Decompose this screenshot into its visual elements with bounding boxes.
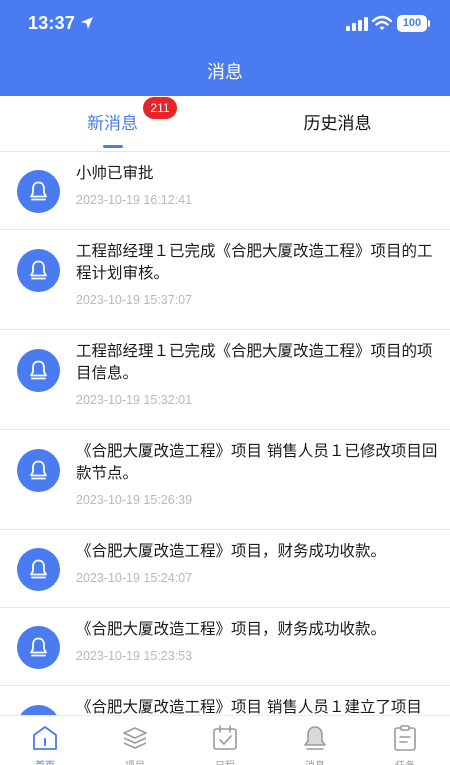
active-tab-indicator [103, 145, 123, 148]
message-text: 小帅已审批 [76, 164, 154, 182]
bell-icon [30, 260, 47, 280]
tab-new-messages[interactable]: 新消息 [0, 96, 225, 152]
nav-projects-label: 项目 [90, 757, 180, 765]
message-item[interactable]: 《合肥大厦改造工程》项目 销售人员１已修改项目回款节点。 2023-10-19 1… [0, 430, 450, 530]
location-arrow-icon [81, 17, 93, 29]
status-time: 13:37 [28, 13, 76, 33]
home-icon [33, 726, 57, 750]
nav-projects[interactable]: 项目 [90, 716, 180, 765]
unread-count-badge: 211 [143, 97, 177, 119]
nav-messages[interactable]: 消息 [270, 716, 360, 765]
signal-icon [346, 17, 368, 31]
message-item[interactable]: 《合肥大厦改造工程》项目，财务成功收款。 2023-10-19 15:24:07 [0, 530, 450, 608]
nav-tasks[interactable]: 任务 [360, 716, 450, 765]
message-avatar [17, 705, 60, 715]
message-time: 2023-10-19 15:24:07 [76, 571, 193, 585]
nav-tasks-label: 任务 [360, 757, 450, 765]
message-avatar [17, 449, 60, 492]
tab-history-messages[interactable]: 历史消息 [225, 96, 450, 152]
message-item[interactable]: 《合肥大厦改造工程》项目，财务成功收款。 2023-10-19 15:23:53 [0, 608, 450, 686]
message-text: 《合肥大厦改造工程》项目，财务成功收款。 [76, 542, 387, 560]
layers-icon [123, 727, 147, 749]
nav-schedule[interactable]: 日程 [180, 716, 270, 765]
message-avatar [17, 548, 60, 591]
bell-icon [30, 559, 47, 579]
message-avatar [17, 349, 60, 392]
message-text: 《合肥大厦改造工程》项目 销售人员１建立了项目 [76, 698, 422, 715]
bell-icon [30, 637, 47, 657]
message-list[interactable]: 小帅已审批 2023-10-19 16:12:41 工程部经理１已完成《合肥大厦… [0, 152, 450, 715]
clipboard-icon [394, 725, 416, 751]
bell-icon [30, 360, 47, 380]
bell-icon [30, 181, 47, 201]
message-avatar [17, 249, 60, 292]
nav-home-label: 首页 [0, 757, 90, 765]
battery-cap [428, 20, 430, 27]
message-time: 2023-10-19 16:12:41 [76, 193, 193, 207]
message-time: 2023-10-19 15:26:39 [76, 493, 193, 507]
message-time: 2023-10-19 15:23:53 [76, 649, 193, 663]
status-bar: 13:37 100 [0, 0, 450, 46]
bell-icon [304, 726, 326, 750]
message-text: 《合肥大厦改造工程》项目 销售人员１已修改项目回款节点。 [76, 442, 438, 482]
nav-home[interactable]: 首页 [0, 716, 90, 765]
wifi-icon [372, 15, 392, 30]
tab-new-messages-label: 新消息 [87, 114, 138, 134]
tab-history-messages-label: 历史消息 [303, 114, 372, 134]
message-item[interactable]: 小帅已审批 2023-10-19 16:12:41 [0, 152, 450, 230]
battery-level: 100 [402, 17, 422, 29]
nav-messages-label: 消息 [270, 757, 360, 765]
bottom-nav: 首页 项目 日程 消息 任务 [0, 715, 450, 765]
app-header: 13:37 100 消息 [0, 0, 450, 96]
message-avatar [17, 626, 60, 669]
message-item[interactable]: 工程部经理１已完成《合肥大厦改造工程》项目的工程计划审核。 2023-10-19 … [0, 230, 450, 330]
message-text: 工程部经理１已完成《合肥大厦改造工程》项目的项目信息。 [76, 342, 433, 382]
page-title: 消息 [207, 62, 243, 83]
message-time: 2023-10-19 15:32:01 [76, 393, 193, 407]
message-text: 工程部经理１已完成《合肥大厦改造工程》项目的工程计划审核。 [76, 242, 433, 282]
calendar-icon [213, 725, 237, 750]
bell-icon [30, 460, 47, 480]
tab-bar: 新消息 历史消息 [0, 96, 450, 152]
battery-icon: 100 [397, 15, 427, 32]
message-time: 2023-10-19 15:37:07 [76, 293, 193, 307]
nav-schedule-label: 日程 [180, 757, 270, 765]
message-text: 《合肥大厦改造工程》项目，财务成功收款。 [76, 620, 387, 638]
message-avatar [17, 170, 60, 213]
message-item[interactable]: 工程部经理１已完成《合肥大厦改造工程》项目的项目信息。 2023-10-19 15… [0, 330, 450, 430]
message-item[interactable]: 《合肥大厦改造工程》项目 销售人员１建立了项目 [0, 686, 450, 715]
